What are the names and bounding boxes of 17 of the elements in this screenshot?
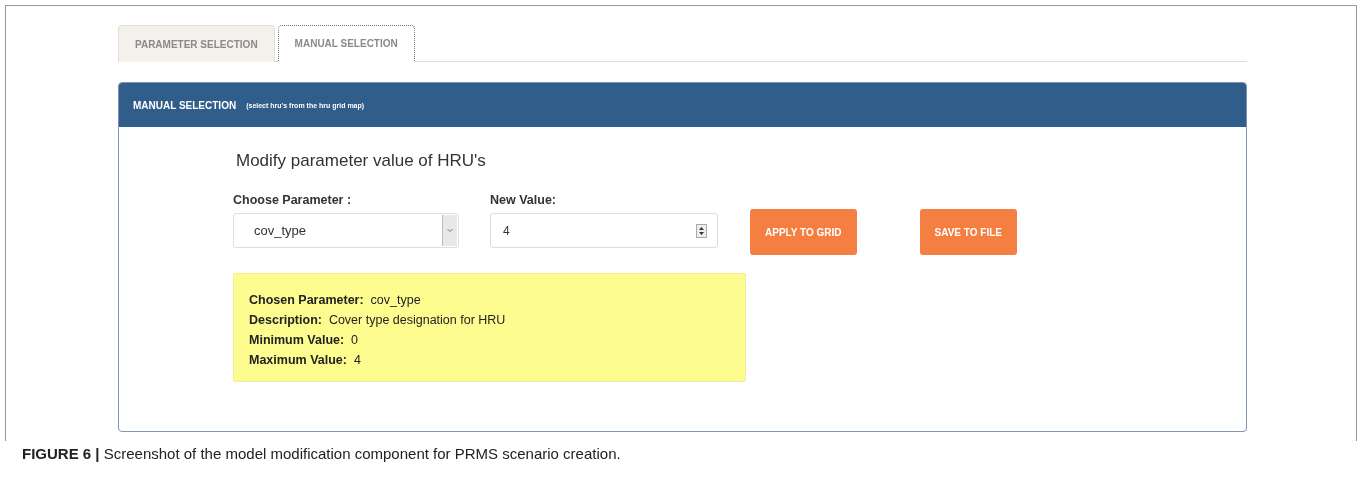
chevron-down-icon [442,215,457,246]
spinner-icon [696,223,707,238]
info-line: Description: Cover type designation for HRU [249,312,507,329]
parameter-dropdown[interactable]: cov_type [233,213,459,248]
apply-button[interactable]: APPLY TO GRID [750,209,857,255]
info-line: Chosen Parameter: cov_type [249,292,422,309]
tab[interactable]: PARAMETER SELECTION [118,25,275,62]
info-line: Minimum Value: 0 [249,332,360,349]
tab[interactable]: MANUAL SELECTION [277,25,415,62]
figure-caption: FIGURE 6 | Screenshot of the model modification component for PRMS scenario creation. [21,444,622,462]
field-label: Choose Parameter : [233,193,353,207]
save-button[interactable]: SAVE TO FILE [919,209,1017,255]
panel-title: MANUAL SELECTION [133,99,237,111]
info-line: Maximum Value: 4 [249,352,362,369]
section-heading: Modify parameter value of HRU's [236,151,487,171]
value-input[interactable]: 4 [490,213,718,248]
field-label: New Value: [490,193,557,207]
